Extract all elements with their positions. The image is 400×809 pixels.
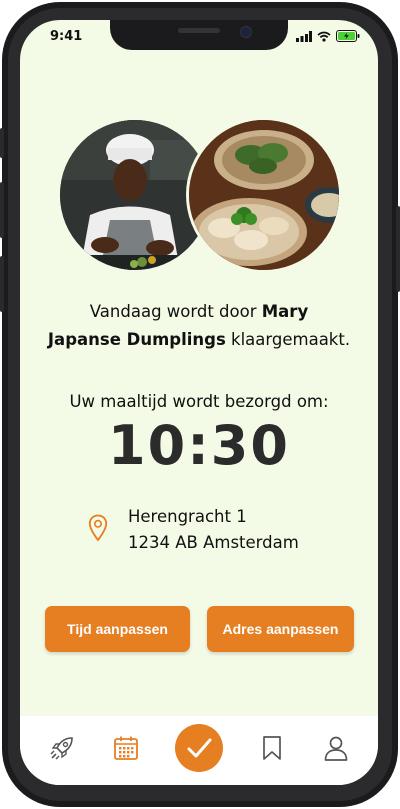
nav-item-rocket[interactable] — [44, 730, 80, 766]
nav-item-profile[interactable] — [318, 730, 354, 766]
calendar-icon — [114, 736, 138, 760]
dish-photo — [186, 117, 342, 273]
change-address-button[interactable]: Adres aanpassen — [207, 606, 354, 652]
delivery-address: Herengracht 1 1234 AB Amsterdam — [128, 504, 299, 556]
signal-icon — [296, 30, 312, 42]
user-icon — [324, 736, 348, 761]
location-pin-icon — [88, 514, 108, 542]
wifi-icon — [317, 31, 331, 42]
chef-message: Vandaag wordt door Mary Japanse Dumpling… — [20, 298, 378, 354]
message-suffix: klaargemaakt. — [225, 330, 351, 349]
volume-up-button — [0, 182, 4, 238]
nav-item-check[interactable] — [175, 724, 223, 772]
address-line2: 1234 AB Amsterdam — [128, 533, 299, 552]
power-button — [396, 206, 400, 292]
bookmark-icon — [263, 736, 281, 760]
delivery-time: 10:30 — [108, 414, 290, 477]
notch — [110, 20, 288, 50]
dish-name: Japanse Dumplings — [47, 330, 226, 349]
front-camera — [240, 26, 252, 38]
volume-down-button — [0, 256, 4, 312]
check-icon — [187, 738, 212, 758]
nav-item-bookmark[interactable] — [254, 730, 290, 766]
battery-icon — [336, 30, 360, 42]
bottom-nav — [20, 716, 378, 785]
delivery-label: Uw maaltijd wordt bezorgd om: — [69, 392, 329, 411]
nav-item-calendar[interactable] — [108, 730, 144, 766]
status-time: 9:41 — [50, 29, 83, 44]
mute-switch — [0, 128, 4, 158]
message-prefix: Vandaag wordt door — [89, 302, 262, 321]
chef-name: Mary — [261, 302, 309, 321]
app-screen: 9:41 Vandaag wordt door Mary Japanse Dum… — [20, 20, 378, 785]
status-icons — [296, 30, 360, 42]
rocket-icon — [50, 737, 73, 760]
change-time-button[interactable]: Tijd aanpassen — [45, 606, 190, 652]
address-line1: Herengracht 1 — [128, 507, 247, 526]
